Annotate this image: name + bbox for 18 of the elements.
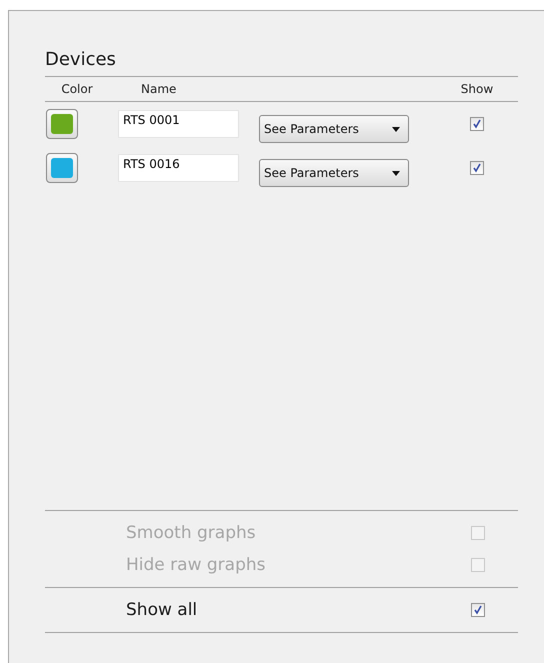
caret-icon: [392, 170, 400, 176]
column-header: Name: [140, 82, 178, 96]
color-button[interactable]: [46, 109, 78, 139]
column-header: Show: [460, 82, 494, 96]
parameters-dropdown[interactable]: See Parameters: [259, 159, 409, 187]
option-label: Hide raw graphs: [126, 555, 266, 575]
option-label: Show all: [126, 600, 198, 620]
checkbox[interactable]: [471, 603, 485, 617]
name-field[interactable]: RTS 0001: [118, 110, 239, 138]
name-field[interactable]: RTS 0016: [118, 154, 239, 182]
checkbox[interactable]: [470, 117, 484, 131]
color-button[interactable]: [46, 153, 78, 183]
option-label: Smooth graphs: [126, 523, 256, 543]
caret-icon: [392, 126, 400, 132]
column-header: Color: [60, 82, 94, 96]
panel-title: Devices: [45, 49, 117, 70]
parameters-dropdown[interactable]: See Parameters: [259, 115, 409, 143]
checkbox[interactable]: [470, 161, 484, 175]
